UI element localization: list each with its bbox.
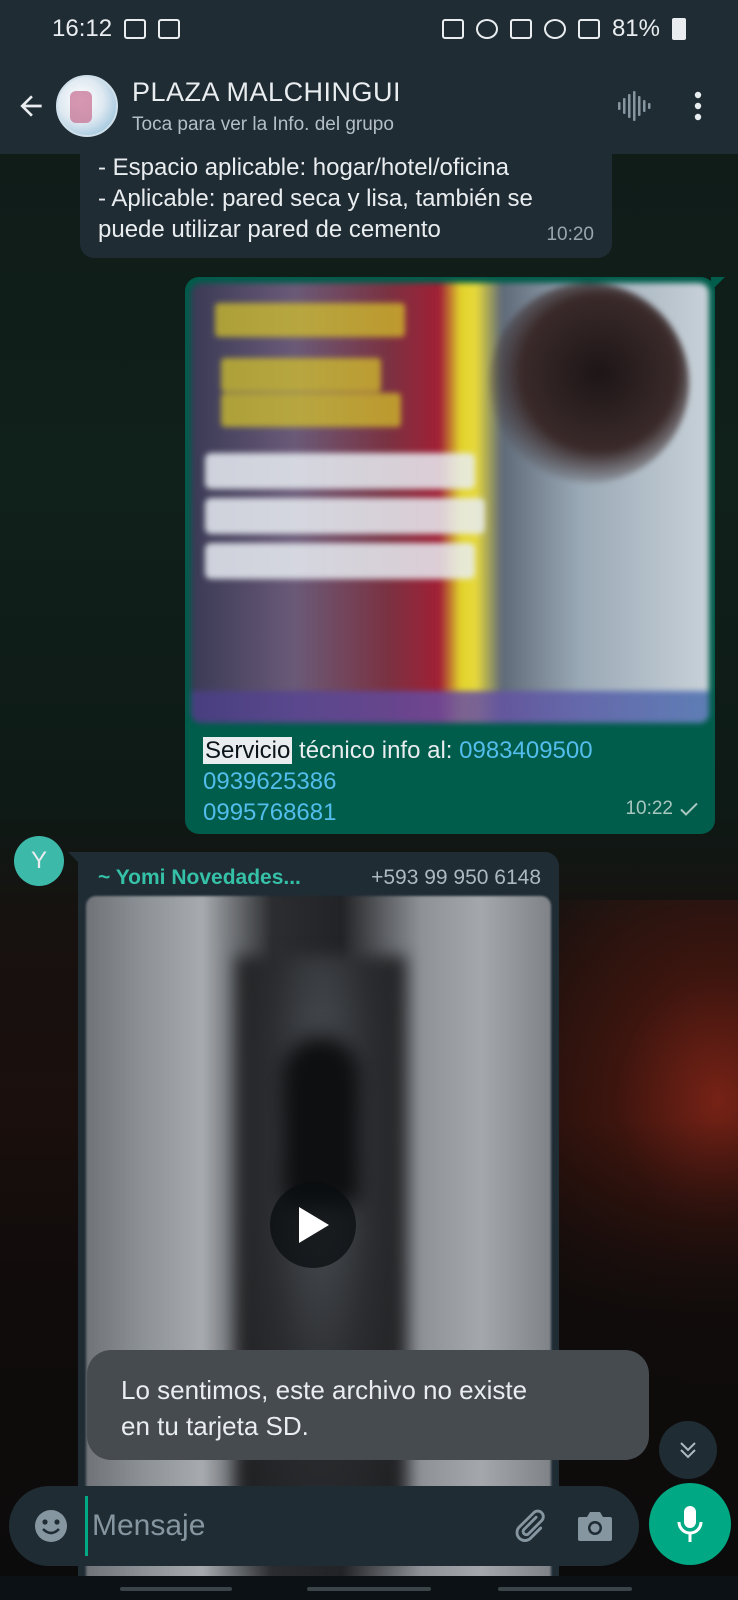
wifi-icon — [543, 19, 566, 39]
voice-message-button[interactable] — [649, 1483, 731, 1565]
status-time: 16:12 — [52, 15, 113, 42]
play-icon — [299, 1207, 329, 1243]
bubble-tail — [68, 852, 82, 866]
microphone-icon — [677, 1506, 703, 1542]
message-line: - Aplicable: pared seca y lisa, también … — [98, 185, 533, 212]
back-button[interactable] — [6, 81, 56, 131]
image-banner — [205, 543, 475, 579]
nav-back[interactable] — [498, 1587, 632, 1591]
chat-header[interactable]: PLAZA MALCHINGUI Toca para ver la Info. … — [0, 58, 738, 154]
status-bar: 16:12 81% — [0, 0, 738, 58]
message-line: - Espacio aplicable: hogar/hotel/oficina — [98, 154, 509, 181]
image-text-block — [221, 393, 401, 427]
image-text-block — [221, 358, 381, 392]
group-info[interactable]: PLAZA MALCHINGUI Toca para ver la Info. … — [132, 77, 610, 136]
toast-line: Lo sentimos, este archivo no existe — [121, 1375, 528, 1405]
arrow-left-icon — [20, 95, 42, 117]
toast-message: Lo sentimos, este archivo no existe en t… — [87, 1350, 649, 1460]
sender-row: ~ Yomi Novedades... +593 99 950 6148 — [86, 860, 551, 896]
single-check-icon — [680, 802, 698, 816]
more-vertical-icon — [694, 91, 702, 121]
image-banner — [205, 453, 475, 489]
signal-icon — [577, 19, 600, 39]
highlighted-search-term: Servicio — [203, 737, 293, 764]
group-name: PLAZA MALCHINGUI — [132, 76, 402, 107]
mute-icon — [509, 19, 532, 39]
battery-saver-icon — [441, 19, 464, 39]
message-meta: 10:22 — [625, 798, 699, 820]
message-time: 10:22 — [625, 798, 673, 819]
message-image[interactable] — [191, 283, 709, 723]
image-text-block — [215, 303, 405, 337]
video-figure — [281, 1036, 361, 1206]
message-composer — [9, 1486, 639, 1566]
attach-button[interactable] — [503, 1500, 555, 1552]
image-footer-strip — [191, 691, 709, 723]
chevron-double-down-icon — [680, 1442, 696, 1459]
image-banner — [205, 498, 485, 534]
audio-wave-icon — [618, 91, 651, 121]
camera-icon — [578, 1512, 612, 1541]
phone-link[interactable]: 0939625386 — [203, 768, 336, 795]
message-input[interactable] — [85, 1496, 489, 1556]
sender-phone: +593 99 950 6148 — [371, 866, 541, 889]
play-store-icon — [158, 19, 181, 39]
menu-button[interactable] — [674, 82, 722, 130]
phone-link[interactable]: 0983409500 — [459, 737, 592, 764]
phone-link[interactable]: 0995768681 — [203, 799, 336, 826]
caption-text: técnico info al: — [292, 737, 460, 764]
message-time: 10:20 — [546, 224, 594, 245]
sender-name[interactable]: ~ Yomi Novedades... — [98, 866, 301, 890]
image-figure — [489, 283, 689, 483]
message-outgoing[interactable]: Servicio técnico info al: 0983409500 093… — [185, 277, 725, 834]
toast-line: en tu tarjeta SD. — [121, 1411, 309, 1441]
emoji-icon — [35, 1510, 67, 1542]
sender-avatar[interactable]: Y — [14, 836, 64, 886]
scroll-to-bottom-button[interactable] — [659, 1421, 717, 1479]
paperclip-icon — [515, 1509, 545, 1542]
group-avatar[interactable] — [56, 75, 118, 137]
system-nav-bar — [0, 1576, 738, 1600]
alarm-icon — [475, 19, 498, 39]
bubble-tail — [711, 277, 725, 291]
voice-chat-button[interactable] — [610, 82, 658, 130]
emoji-button[interactable] — [27, 1502, 75, 1550]
camera-button[interactable] — [569, 1500, 621, 1552]
message-text: - Espacio aplicable: hogar/hotel/oficina… — [98, 152, 594, 245]
gallery-icon — [124, 19, 147, 39]
message-line: puede utilizar pared de cemento — [98, 216, 441, 243]
group-info-hint: Toca para ver la Info. del grupo — [132, 113, 394, 135]
battery-icon — [672, 18, 686, 40]
battery-percent: 81% — [611, 15, 660, 42]
nav-recents[interactable] — [120, 1587, 232, 1591]
play-button[interactable] — [270, 1182, 356, 1268]
message-incoming[interactable]: - Espacio aplicable: hogar/hotel/oficina… — [80, 148, 612, 258]
nav-home[interactable] — [307, 1587, 431, 1591]
